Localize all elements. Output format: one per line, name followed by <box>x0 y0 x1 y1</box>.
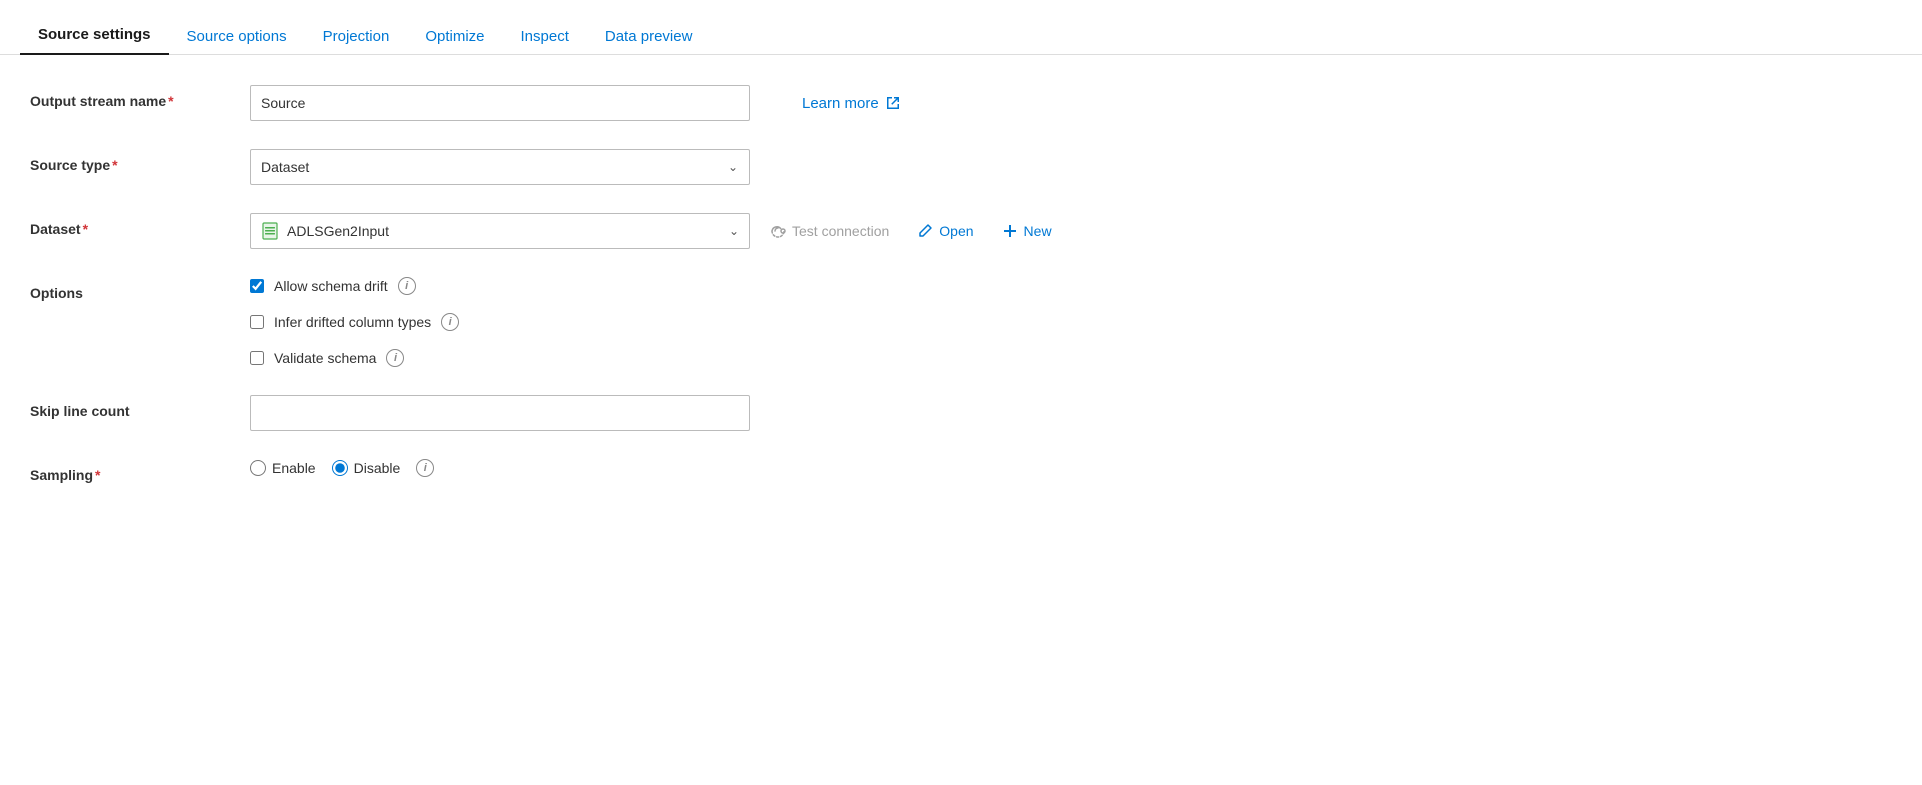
validate-schema-label[interactable]: Validate schema <box>274 350 376 366</box>
options-controls: Allow schema drift i Infer drifted colum… <box>250 277 1892 367</box>
sampling-controls: Enable Disable i <box>250 459 1892 477</box>
tab-inspect[interactable]: Inspect <box>503 16 587 55</box>
plus-icon <box>1002 223 1018 239</box>
tab-source-options[interactable]: Source options <box>169 16 305 55</box>
validate-schema-row: Validate schema i <box>250 349 459 367</box>
tab-bar: Source settings Source options Projectio… <box>0 0 1922 55</box>
source-type-label: Source type* <box>30 149 250 173</box>
pencil-icon <box>917 223 933 239</box>
output-stream-name-input[interactable] <box>250 85 750 121</box>
sampling-disable-radio[interactable] <box>332 460 348 476</box>
dataset-file-icon <box>261 222 279 240</box>
sampling-enable-option[interactable]: Enable <box>250 460 316 476</box>
tab-projection[interactable]: Projection <box>305 16 408 55</box>
infer-drifted-checkbox[interactable] <box>250 315 264 329</box>
dataset-chevron-icon: ⌄ <box>729 224 739 238</box>
infer-drifted-row: Infer drifted column types i <box>250 313 459 331</box>
learn-more-link[interactable]: Learn more <box>802 95 901 112</box>
skip-line-count-controls <box>250 395 1892 431</box>
sampling-label: Sampling* <box>30 459 250 483</box>
dataset-row: Dataset* ADLSGen2Input ⌄ <box>30 213 1892 249</box>
source-type-select[interactable]: Dataset Inline <box>250 149 750 185</box>
main-container: Source settings Source options Projectio… <box>0 0 1922 785</box>
dataset-select-display[interactable]: ADLSGen2Input ⌄ <box>250 213 750 249</box>
sampling-disable-option[interactable]: Disable <box>332 460 401 476</box>
output-stream-name-label: Output stream name* <box>30 85 250 109</box>
skip-line-count-label: Skip line count <box>30 395 250 419</box>
tab-data-preview[interactable]: Data preview <box>587 16 711 55</box>
source-type-select-wrapper: Dataset Inline ⌄ <box>250 149 750 185</box>
tab-optimize[interactable]: Optimize <box>407 16 502 55</box>
sampling-radio-group: Enable Disable i <box>250 459 434 477</box>
options-row: Options Allow schema drift i Infer drift… <box>30 277 1892 367</box>
validate-schema-checkbox[interactable] <box>250 351 264 365</box>
source-type-row: Source type* Dataset Inline ⌄ <box>30 149 1892 185</box>
test-connection-button[interactable]: Test connection <box>762 219 897 243</box>
tab-source-settings[interactable]: Source settings <box>20 14 169 55</box>
allow-schema-drift-checkbox[interactable] <box>250 279 264 293</box>
sampling-info-icon[interactable]: i <box>416 459 434 477</box>
sampling-row: Sampling* Enable Disable i <box>30 459 1892 483</box>
sampling-enable-label: Enable <box>272 460 316 476</box>
skip-line-count-row: Skip line count <box>30 395 1892 431</box>
content-area: Output stream name* Learn more Source ty… <box>0 55 1922 541</box>
dataset-controls: ADLSGen2Input ⌄ Test connection <box>250 213 1892 249</box>
external-link-icon <box>885 95 901 111</box>
allow-schema-drift-info-icon[interactable]: i <box>398 277 416 295</box>
sampling-disable-label: Disable <box>354 460 401 476</box>
infer-drifted-label[interactable]: Infer drifted column types <box>274 314 431 330</box>
output-stream-name-controls: Learn more <box>250 85 1892 121</box>
options-label: Options <box>30 277 250 301</box>
allow-schema-drift-label[interactable]: Allow schema drift <box>274 278 388 294</box>
dataset-name-text: ADLSGen2Input <box>287 223 721 239</box>
options-column: Allow schema drift i Infer drifted colum… <box>250 277 459 367</box>
infer-drifted-info-icon[interactable]: i <box>441 313 459 331</box>
output-stream-name-row: Output stream name* Learn more <box>30 85 1892 121</box>
allow-schema-drift-row: Allow schema drift i <box>250 277 459 295</box>
new-button[interactable]: New <box>994 219 1060 243</box>
sampling-enable-radio[interactable] <box>250 460 266 476</box>
open-button[interactable]: Open <box>909 219 981 243</box>
test-connection-icon <box>770 223 786 239</box>
source-type-controls: Dataset Inline ⌄ <box>250 149 1892 185</box>
dataset-label: Dataset* <box>30 213 250 237</box>
validate-schema-info-icon[interactable]: i <box>386 349 404 367</box>
skip-line-count-input[interactable] <box>250 395 750 431</box>
